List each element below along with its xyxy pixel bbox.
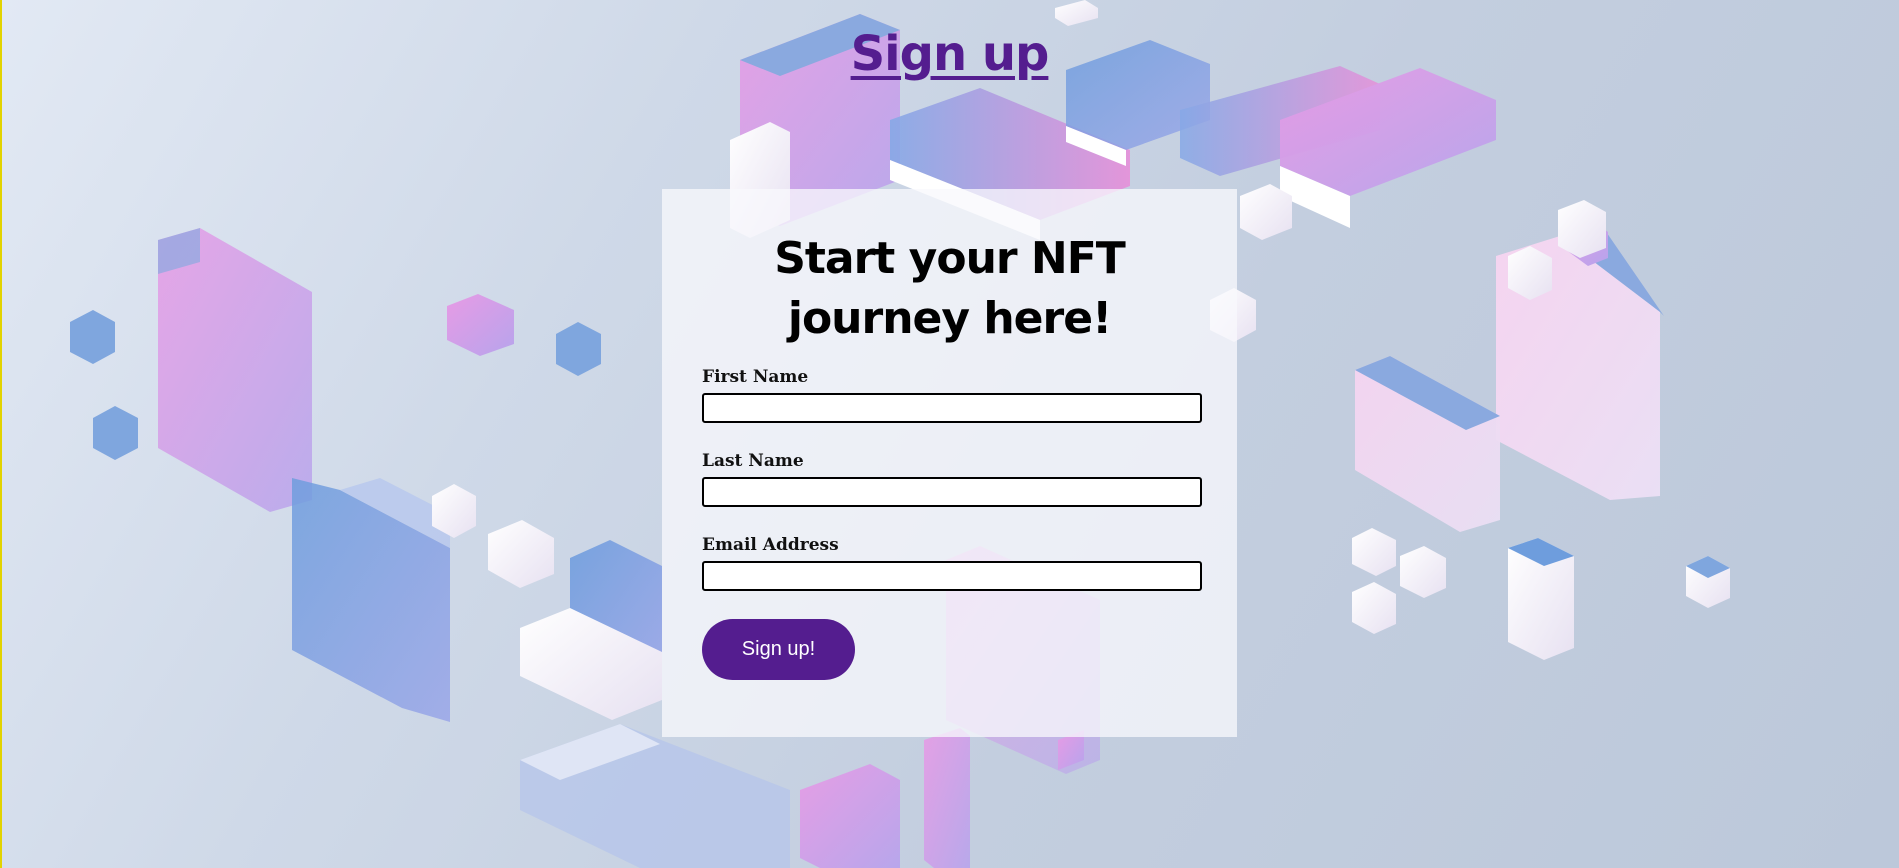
first-name-input[interactable] [702,393,1202,423]
page-heading: Sign up [0,26,1899,82]
last-name-label: Last Name [702,451,804,471]
sign-up-form: Start your NFT journey here! First Name … [662,189,1237,737]
form-heading: Start your NFT journey here! [774,233,1126,344]
sign-up-link[interactable]: Sign up [851,26,1050,82]
email-label: Email Address [702,535,839,555]
first-name-label: First Name [702,367,809,387]
last-name-input[interactable] [702,477,1202,507]
sign-up-button[interactable]: Sign up! [702,619,855,680]
email-input[interactable] [702,561,1202,591]
